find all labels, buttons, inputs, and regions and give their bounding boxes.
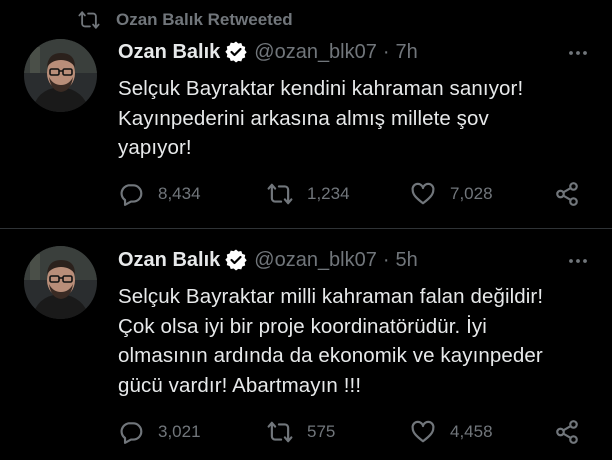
avatar[interactable] bbox=[24, 246, 97, 319]
heart-icon bbox=[410, 181, 436, 207]
like-count: 4,458 bbox=[450, 422, 493, 441]
more-options-icon[interactable] bbox=[566, 249, 590, 273]
author-name[interactable]: Ozan Balık bbox=[118, 41, 220, 64]
retweet-button[interactable]: 575 bbox=[267, 419, 335, 445]
retweet-count: 1,234 bbox=[307, 184, 350, 203]
author-handle[interactable]: @ozan_blk07 bbox=[254, 249, 377, 272]
tweet-text: Selçuk Bayraktar milli kahraman falan de… bbox=[118, 285, 544, 397]
share-icon bbox=[554, 181, 580, 207]
share-button[interactable] bbox=[554, 181, 594, 207]
separator-dot: · bbox=[382, 248, 390, 271]
reply-count: 8,434 bbox=[158, 184, 201, 203]
like-button[interactable]: 4,458 bbox=[410, 419, 493, 445]
like-button[interactable]: 7,028 bbox=[410, 181, 493, 207]
retweet-context[interactable]: Ozan Balık Retweeted bbox=[78, 9, 293, 31]
tweet-actions: 3,021 575 4,458 bbox=[118, 419, 598, 445]
tweet[interactable]: Ozan Balık @ozan_blk07 · 5h Selçuk Bayra… bbox=[0, 229, 612, 460]
reply-icon bbox=[118, 181, 144, 207]
more-options-icon[interactable] bbox=[566, 41, 590, 65]
verified-badge-icon bbox=[224, 40, 248, 64]
tweet-time[interactable]: 5h bbox=[396, 249, 418, 272]
retweet-count: 575 bbox=[307, 422, 336, 441]
tweet-header: Ozan Balık @ozan_blk07 · 7h bbox=[118, 38, 592, 66]
tweet[interactable]: Ozan Balık Retweeted Ozan Balık @ozan_bl… bbox=[0, 0, 612, 228]
tweet-feed: Ozan Balık Retweeted Ozan Balık @ozan_bl… bbox=[0, 0, 612, 460]
author-name[interactable]: Ozan Balık bbox=[118, 249, 220, 272]
reply-button[interactable]: 8,434 bbox=[118, 181, 201, 207]
verified-badge-icon bbox=[224, 248, 248, 272]
share-icon bbox=[554, 419, 580, 445]
reply-icon bbox=[118, 419, 144, 445]
retweet-label: Ozan Balık Retweeted bbox=[116, 10, 293, 29]
reply-count: 3,021 bbox=[158, 422, 201, 441]
separator-dot: · bbox=[382, 40, 390, 63]
reply-button[interactable]: 3,021 bbox=[118, 419, 201, 445]
author-handle[interactable]: @ozan_blk07 bbox=[254, 41, 377, 64]
tweet-header: Ozan Balık @ozan_blk07 · 5h bbox=[118, 246, 592, 274]
tweet-actions: 8,434 1,234 7,028 bbox=[118, 181, 598, 207]
tweet-time[interactable]: 7h bbox=[396, 41, 418, 64]
heart-icon bbox=[410, 419, 436, 445]
avatar[interactable] bbox=[24, 39, 97, 112]
retweet-button[interactable]: 1,234 bbox=[267, 181, 350, 207]
retweet-icon bbox=[267, 181, 293, 207]
like-count: 7,028 bbox=[450, 184, 493, 203]
tweet-text: Selçuk Bayraktar kendini kahraman sanıyo… bbox=[118, 77, 524, 159]
retweet-icon bbox=[78, 9, 100, 31]
retweet-icon bbox=[267, 419, 293, 445]
share-button[interactable] bbox=[554, 419, 594, 445]
